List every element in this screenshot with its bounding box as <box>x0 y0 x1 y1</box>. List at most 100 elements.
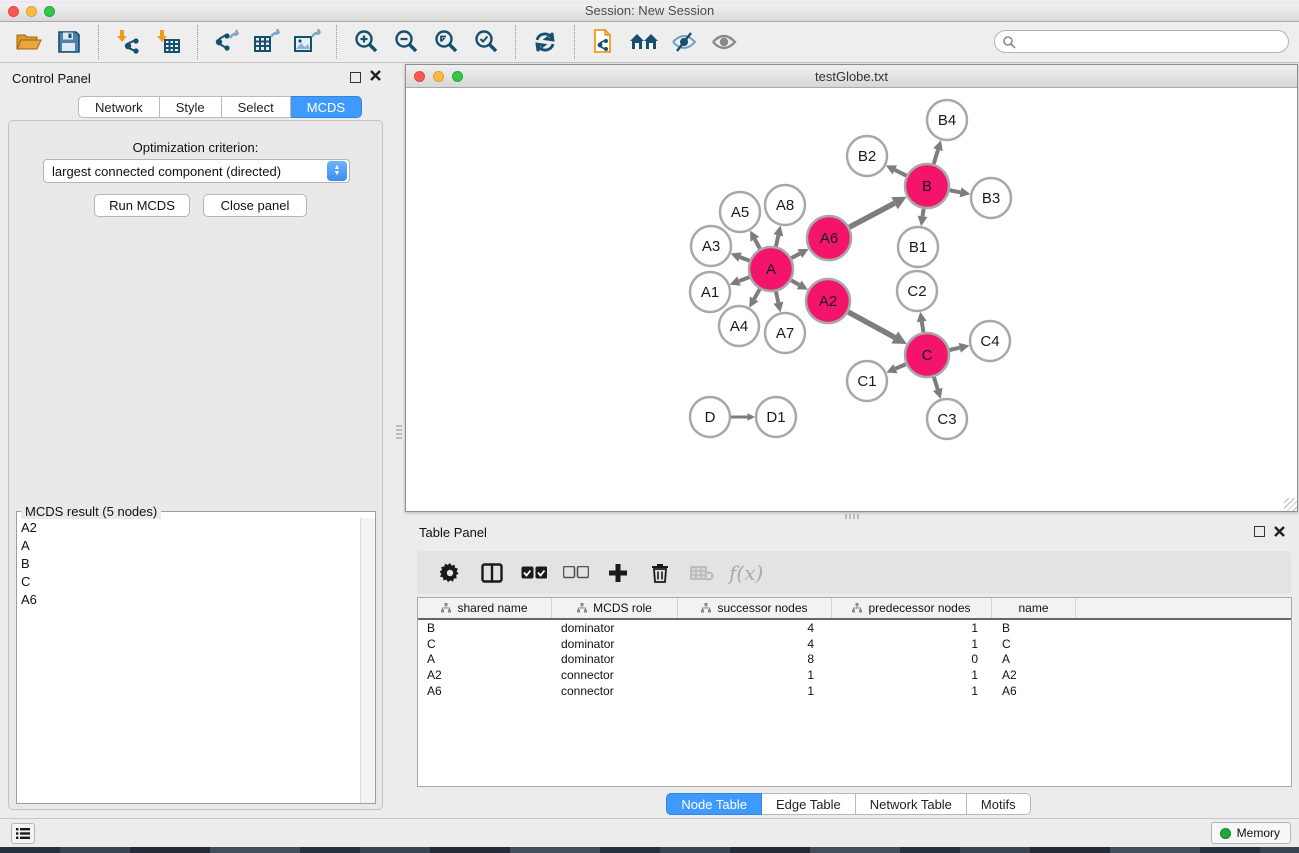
zoom-fit-button[interactable] <box>426 26 466 58</box>
edge-C-C2[interactable] <box>917 312 927 333</box>
edge-A-A2[interactable] <box>791 280 808 289</box>
result-item[interactable]: B <box>17 554 360 572</box>
tab-network[interactable]: Network <box>78 96 160 118</box>
show-columns-button[interactable] <box>471 555 513 591</box>
table-row[interactable]: Bdominator41B <box>418 620 1291 636</box>
search-box[interactable] <box>994 30 1289 53</box>
node-B3[interactable]: B3 <box>971 178 1011 218</box>
table-cell[interactable]: connector <box>552 684 678 698</box>
resize-corner[interactable] <box>1284 498 1297 511</box>
mcds-result-list[interactable]: A2ABCA6 <box>17 518 360 803</box>
table-cell[interactable]: 8 <box>678 652 832 666</box>
edge-A-A8[interactable] <box>773 226 783 247</box>
tab-node-table[interactable]: Node Table <box>666 793 762 815</box>
node-A3[interactable]: A3 <box>691 226 731 266</box>
node-B4[interactable]: B4 <box>927 100 967 140</box>
close-panel-button[interactable]: Close panel <box>203 194 307 217</box>
import-network-button[interactable] <box>108 26 148 58</box>
node-C1[interactable]: C1 <box>847 361 887 401</box>
horizontal-splitter-grip[interactable] <box>845 514 859 519</box>
node-B2[interactable]: B2 <box>847 136 887 176</box>
result-scrollbar[interactable] <box>360 518 375 803</box>
tab-network-table[interactable]: Network Table <box>856 793 967 815</box>
memory-button[interactable]: Memory <box>1211 822 1291 844</box>
table-cell[interactable]: B <box>992 621 1076 635</box>
create-column-button[interactable] <box>597 555 639 591</box>
select-all-columns-button[interactable] <box>513 555 555 591</box>
table-cell[interactable]: 1 <box>832 668 992 682</box>
node-A7[interactable]: A7 <box>765 313 805 353</box>
edge-A6-B[interactable] <box>849 197 906 227</box>
edge-A-A6[interactable] <box>791 249 808 258</box>
table-cell[interactable]: A6 <box>418 684 552 698</box>
optimization-criterion-select[interactable]: largest connected component (directed) ▲… <box>43 159 350 183</box>
table-cell[interactable]: 1 <box>832 637 992 651</box>
edge-D-D1[interactable] <box>731 413 755 421</box>
table-cell[interactable]: 0 <box>832 652 992 666</box>
table-cell[interactable]: B <box>418 621 552 635</box>
tab-edge-table[interactable]: Edge Table <box>762 793 856 815</box>
node-A8[interactable]: A8 <box>765 185 805 225</box>
table-cell[interactable]: 1 <box>678 668 832 682</box>
edge-C-C1[interactable] <box>886 364 906 373</box>
table-cell[interactable]: A <box>418 652 552 666</box>
result-item[interactable]: A <box>17 536 360 554</box>
node-A4[interactable]: A4 <box>719 306 759 346</box>
node-C4[interactable]: C4 <box>970 321 1010 361</box>
table-cell[interactable]: A2 <box>418 668 552 682</box>
column-header-name[interactable]: name <box>992 598 1076 618</box>
edge-A2-C[interactable] <box>848 312 907 344</box>
table-cell[interactable]: 1 <box>832 621 992 635</box>
edge-C-C3[interactable] <box>933 377 943 399</box>
network-from-file-button[interactable] <box>584 26 624 58</box>
node-D[interactable]: D <box>690 397 730 437</box>
node-A[interactable]: A <box>749 247 793 291</box>
search-input[interactable] <box>1016 33 1288 51</box>
table-cell[interactable]: dominator <box>552 652 678 666</box>
edge-B-B2[interactable] <box>886 165 907 175</box>
close-table-panel-icon[interactable] <box>1274 526 1285 537</box>
table-cell[interactable]: 1 <box>832 684 992 698</box>
table-row[interactable]: A2connector11A2 <box>418 667 1291 683</box>
edge-A-A7[interactable] <box>773 291 783 312</box>
table-settings-button[interactable] <box>429 555 471 591</box>
import-table-button[interactable] <box>148 26 188 58</box>
tab-mcds[interactable]: MCDS <box>291 96 362 118</box>
node-table[interactable]: shared nameMCDS rolesuccessor nodesprede… <box>417 597 1292 787</box>
tab-select[interactable]: Select <box>222 96 291 118</box>
network-window-titlebar[interactable]: testGlobe.txt <box>406 65 1297 88</box>
task-history-button[interactable] <box>11 823 35 844</box>
export-table-button[interactable] <box>247 26 287 58</box>
edge-B-B1[interactable] <box>918 209 928 226</box>
column-header-shared-name[interactable]: shared name <box>418 598 552 618</box>
edge-A-A3[interactable] <box>731 252 750 261</box>
refresh-button[interactable] <box>525 26 565 58</box>
table-row[interactable]: Adominator80A <box>418 652 1291 668</box>
table-row[interactable]: A6connector11A6 <box>418 683 1291 699</box>
node-C3[interactable]: C3 <box>927 399 967 439</box>
node-A6[interactable]: A6 <box>807 216 851 260</box>
export-network-button[interactable] <box>207 26 247 58</box>
zoom-in-button[interactable] <box>346 26 386 58</box>
table-cell[interactable]: 4 <box>678 621 832 635</box>
function-builder-button[interactable]: f(x) <box>729 561 763 585</box>
result-item[interactable]: A6 <box>17 590 360 608</box>
column-header-MCDS-role[interactable]: MCDS role <box>552 598 678 618</box>
vertical-splitter-grip[interactable] <box>396 425 402 439</box>
delete-column-button[interactable] <box>639 555 681 591</box>
edge-C-C4[interactable] <box>949 343 969 353</box>
close-panel-icon[interactable] <box>370 70 381 81</box>
edge-A-A4[interactable] <box>749 289 759 308</box>
tab-style[interactable]: Style <box>160 96 222 118</box>
table-cell[interactable]: C <box>992 637 1076 651</box>
edge-A-A5[interactable] <box>750 230 760 248</box>
node-B[interactable]: B <box>905 164 949 208</box>
run-mcds-button[interactable]: Run MCDS <box>94 194 190 217</box>
node-A1[interactable]: A1 <box>690 272 730 312</box>
table-cell[interactable]: A <box>992 652 1076 666</box>
network-graph[interactable]: B4B2BB3A8A5A6A3B1AC2A1A2A4A7C4CC1C3DD1 <box>406 88 1297 511</box>
table-cell[interactable]: 4 <box>678 637 832 651</box>
edge-B-B3[interactable] <box>950 187 971 197</box>
zoom-selected-button[interactable] <box>466 26 506 58</box>
table-cell[interactable]: dominator <box>552 637 678 651</box>
